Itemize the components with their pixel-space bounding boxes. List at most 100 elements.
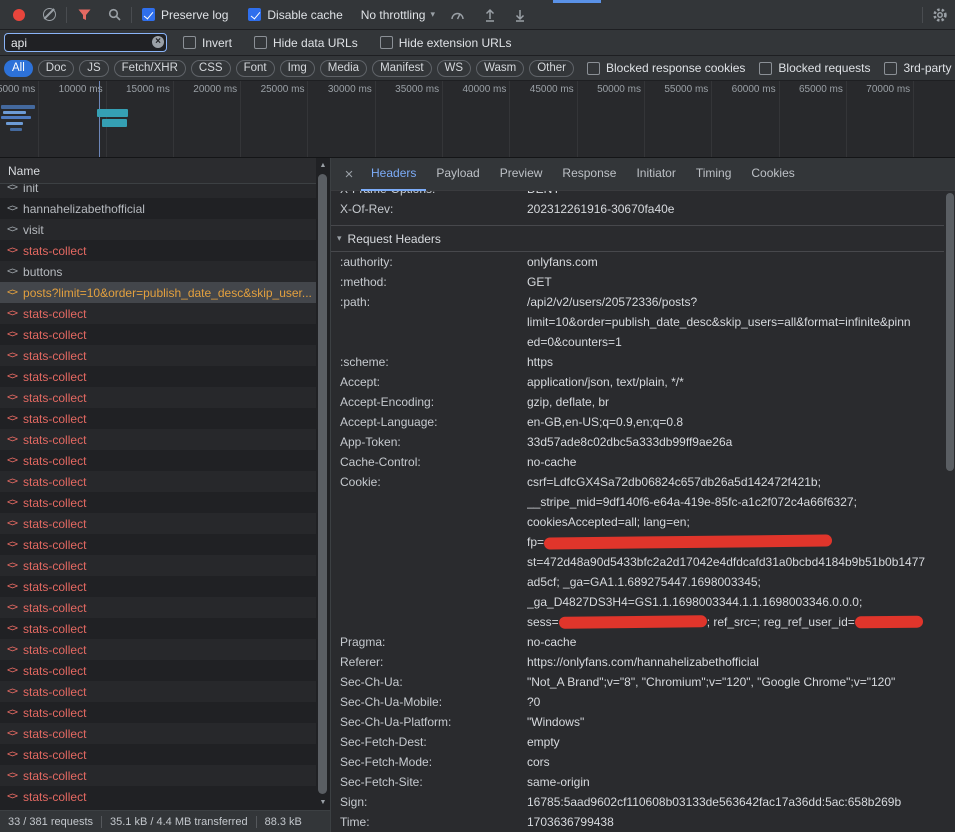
- request-header-row: Sign:16785:5aad9602cf110608b03133de56364…: [331, 792, 944, 812]
- request-row[interactable]: <>stats-collect: [0, 597, 316, 618]
- request-row[interactable]: <>init: [0, 184, 316, 198]
- toggle-blocked-requests[interactable]: Blocked requests: [759, 61, 870, 75]
- close-details-icon[interactable]: ×: [337, 166, 361, 183]
- filter-chip-img[interactable]: Img: [280, 60, 315, 77]
- settings-gear-button[interactable]: [929, 4, 951, 26]
- request-row[interactable]: <>stats-collect: [0, 429, 316, 450]
- filter-toggle-button[interactable]: [73, 4, 95, 26]
- request-row[interactable]: <>stats-collect: [0, 450, 316, 471]
- filter-chip-css[interactable]: CSS: [191, 60, 231, 77]
- preserve-log-checkbox[interactable]: [142, 8, 155, 21]
- import-har-button[interactable]: [479, 4, 501, 26]
- request-row[interactable]: <>buttons: [0, 261, 316, 282]
- throttling-dropdown[interactable]: No throttling ▾: [361, 8, 435, 22]
- filter-chip-manifest[interactable]: Manifest: [372, 60, 431, 77]
- tab-payload[interactable]: Payload: [426, 158, 489, 191]
- request-list-scrollbar[interactable]: ▲ ▼: [316, 158, 330, 810]
- tab-cookies[interactable]: Cookies: [741, 158, 804, 191]
- tab-initiator[interactable]: Initiator: [626, 158, 685, 191]
- hide-extension-urls-label: Hide extension URLs: [399, 36, 512, 50]
- disable-cache-checkbox[interactable]: [248, 8, 261, 21]
- 3rd-party-requests-checkbox[interactable]: [884, 62, 897, 75]
- filter-chip-all[interactable]: All: [4, 60, 33, 77]
- filter-chip-ws[interactable]: WS: [437, 60, 472, 77]
- request-row[interactable]: <>stats-collect: [0, 303, 316, 324]
- preserve-log-toggle[interactable]: Preserve log: [142, 8, 228, 22]
- request-name: stats-collect: [23, 769, 316, 783]
- request-row[interactable]: <>posts?limit=10&order=publish_date_desc…: [0, 282, 316, 303]
- details-scrollbar[interactable]: [944, 191, 955, 832]
- request-row[interactable]: <>stats-collect: [0, 681, 316, 702]
- request-headers-section[interactable]: ▾Request Headers: [331, 225, 944, 252]
- record-button[interactable]: [8, 4, 30, 26]
- search-button[interactable]: [103, 4, 125, 26]
- invert-checkbox[interactable]: [183, 36, 196, 49]
- request-row[interactable]: <>hannahelizabethofficial: [0, 198, 316, 219]
- blocked-response-cookies-checkbox[interactable]: [587, 62, 600, 75]
- request-row[interactable]: <>stats-collect: [0, 786, 316, 807]
- request-header-row: :path:/api2/v2/users/20572336/posts?limi…: [331, 292, 944, 352]
- filter-chip-media[interactable]: Media: [320, 60, 367, 77]
- scrollbar-thumb[interactable]: [946, 193, 954, 471]
- filter-input[interactable]: [4, 33, 167, 52]
- request-row[interactable]: <>stats-collect: [0, 345, 316, 366]
- redaction-scribble: [559, 615, 707, 629]
- request-type-icon: <>: [7, 392, 17, 403]
- clear-button[interactable]: [38, 4, 60, 26]
- request-row[interactable]: <>stats-collect: [0, 534, 316, 555]
- tab-headers[interactable]: Headers: [361, 158, 426, 191]
- tab-timing[interactable]: Timing: [686, 158, 742, 191]
- filter-chip-wasm[interactable]: Wasm: [476, 60, 524, 77]
- tab-preview[interactable]: Preview: [490, 158, 553, 191]
- toggle-3rd-party-requests[interactable]: 3rd-party requests: [884, 61, 955, 75]
- hide-data-urls-checkbox[interactable]: [254, 36, 267, 49]
- toggle-blocked-response-cookies[interactable]: Blocked response cookies: [587, 61, 745, 75]
- header-name: Cache-Control:: [331, 452, 527, 472]
- request-row[interactable]: <>stats-collect: [0, 366, 316, 387]
- request-row[interactable]: <>stats-collect: [0, 555, 316, 576]
- network-conditions-button[interactable]: [447, 4, 469, 26]
- redaction-scribble: [855, 616, 923, 629]
- scrollbar-thumb[interactable]: [318, 174, 327, 794]
- request-type-icon: <>: [7, 350, 17, 361]
- clear-filter-icon[interactable]: ×: [152, 36, 164, 48]
- request-row[interactable]: <>stats-collect: [0, 324, 316, 345]
- name-column-header[interactable]: Name: [0, 158, 330, 184]
- request-row[interactable]: <>stats-collect: [0, 492, 316, 513]
- request-row[interactable]: <>stats-collect: [0, 702, 316, 723]
- invert-toggle[interactable]: Invert: [183, 36, 232, 50]
- blocked-requests-checkbox[interactable]: [759, 62, 772, 75]
- request-row[interactable]: <>stats-collect: [0, 576, 316, 597]
- request-row[interactable]: <>stats-collect: [0, 744, 316, 765]
- request-row[interactable]: <>stats-collect: [0, 387, 316, 408]
- timeline-gridline: 25000 ms: [241, 81, 308, 157]
- tab-response[interactable]: Response: [552, 158, 626, 191]
- filter-chip-other[interactable]: Other: [529, 60, 574, 77]
- request-row[interactable]: <>stats-collect: [0, 471, 316, 492]
- request-name: stats-collect: [23, 727, 316, 741]
- request-row[interactable]: <>stats-collect: [0, 723, 316, 744]
- request-row[interactable]: <>stats-collect: [0, 765, 316, 786]
- request-header-row: Accept-Encoding:gzip, deflate, br: [331, 392, 944, 412]
- hide-data-urls-label: Hide data URLs: [273, 36, 358, 50]
- filter-chip-fetch-xhr[interactable]: Fetch/XHR: [114, 60, 186, 77]
- filter-chip-js[interactable]: JS: [79, 60, 108, 77]
- request-row[interactable]: <>stats-collect: [0, 618, 316, 639]
- scroll-down-icon[interactable]: ▼: [316, 799, 330, 806]
- request-row[interactable]: <>visit: [0, 219, 316, 240]
- request-row[interactable]: <>stats-collect: [0, 408, 316, 429]
- request-row[interactable]: <>stats-collect: [0, 639, 316, 660]
- filter-chip-doc[interactable]: Doc: [38, 60, 74, 77]
- filter-chip-font[interactable]: Font: [236, 60, 275, 77]
- request-row[interactable]: <>stats-collect: [0, 660, 316, 681]
- hide-extension-urls-toggle[interactable]: Hide extension URLs: [380, 36, 512, 50]
- hide-data-urls-toggle[interactable]: Hide data URLs: [254, 36, 358, 50]
- request-row[interactable]: <>stats-collect: [0, 240, 316, 261]
- scroll-up-icon[interactable]: ▲: [316, 162, 330, 169]
- disable-cache-toggle[interactable]: Disable cache: [248, 8, 342, 22]
- timeline-overview[interactable]: 5000 ms10000 ms15000 ms20000 ms25000 ms3…: [0, 81, 955, 158]
- throttling-value: No throttling: [361, 8, 426, 22]
- hide-extension-urls-checkbox[interactable]: [380, 36, 393, 49]
- request-row[interactable]: <>stats-collect: [0, 513, 316, 534]
- export-har-button[interactable]: [509, 4, 531, 26]
